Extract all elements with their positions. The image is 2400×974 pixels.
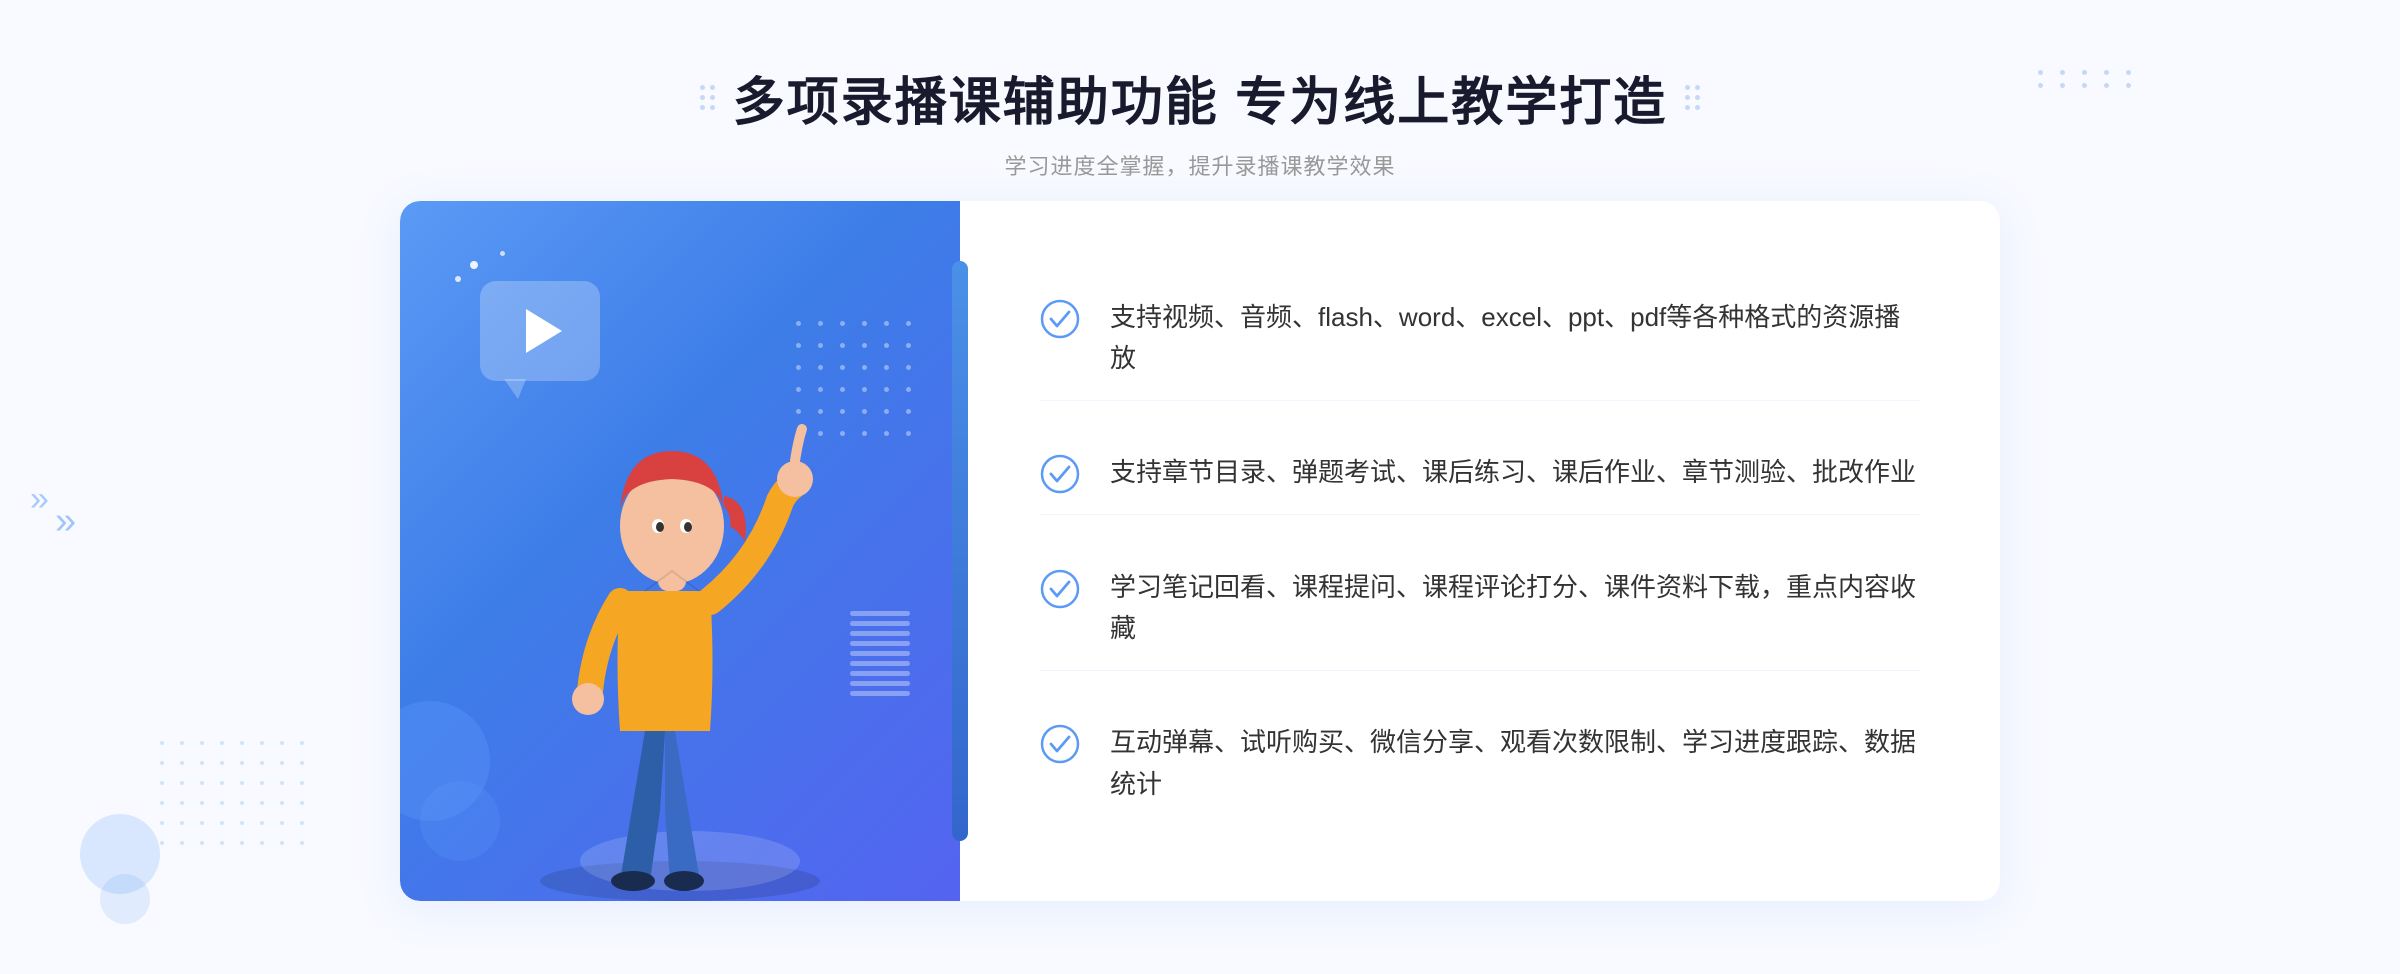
feature-text-1: 支持视频、音频、flash、word、excel、ppt、pdf等各种格式的资源…	[1110, 297, 1920, 380]
deco-dot-grid-bottom-left	[160, 741, 313, 854]
feature-text-2: 支持章节目录、弹题考试、课后练习、课后作业、章节测验、批改作业	[1110, 452, 1916, 494]
feature-text-3: 学习笔记回看、课程提问、课程评论打分、课件资料下载，重点内容收藏	[1110, 567, 1920, 650]
header-section: 多项录播课辅助功能 专为线上教学打造 学习进度全掌握，提升录播课教学效果	[700, 60, 1700, 181]
deco-circle-bottom-left-small	[100, 874, 150, 924]
accent-bar	[952, 261, 968, 841]
deco-circle-small	[420, 781, 500, 861]
check-icon-4	[1040, 724, 1080, 764]
feature-item-4: 互动弹幕、试听购买、微信分享、观看次数限制、学习进度跟踪、数据统计	[1040, 702, 1920, 825]
chevron-left: »	[55, 500, 76, 543]
person-illustration	[490, 341, 870, 901]
sparkle-3	[455, 276, 461, 282]
deco-arrows-left: »	[30, 480, 49, 519]
features-panel: 支持视频、音频、flash、word、excel、ppt、pdf等各种格式的资源…	[960, 201, 2000, 901]
sparkle-1	[470, 261, 478, 269]
feature-item-3: 学习笔记回看、课程提问、课程评论打分、课件资料下载，重点内容收藏	[1040, 547, 1920, 671]
check-icon-1	[1040, 299, 1080, 339]
feature-text-4: 互动弹幕、试听购买、微信分享、观看次数限制、学习进度跟踪、数据统计	[1110, 722, 1920, 805]
check-icon-2	[1040, 454, 1080, 494]
main-title: 多项录播课辅助功能 专为线上教学打造	[733, 60, 1667, 135]
title-deco-left	[700, 85, 715, 110]
check-icon-3	[1040, 569, 1080, 609]
sparkle-2	[500, 251, 505, 256]
feature-item-1: 支持视频、音频、flash、word、excel、ppt、pdf等各种格式的资源…	[1040, 277, 1920, 401]
page-container: » 多项录播课辅助功能 专为线上教学打造	[0, 0, 2400, 974]
card-wrapper: 支持视频、音频、flash、word、excel、ppt、pdf等各种格式的资源…	[400, 201, 2000, 901]
feature-item-2: 支持章节目录、弹题考试、课后练习、课后作业、章节测验、批改作业	[1040, 432, 1920, 515]
title-row: 多项录播课辅助功能 专为线上教学打造	[700, 60, 1700, 135]
page-subtitle: 学习进度全掌握，提升录播课教学效果	[700, 149, 1700, 181]
title-deco-right	[1685, 85, 1700, 110]
illustration-panel	[400, 201, 960, 901]
deco-dots-top-right	[2038, 70, 2140, 88]
